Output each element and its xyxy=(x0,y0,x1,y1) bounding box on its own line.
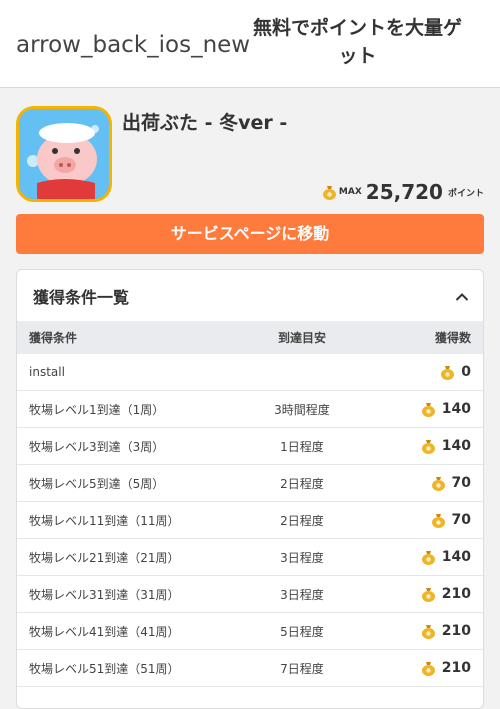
chevron-up-icon[interactable] xyxy=(455,287,469,306)
points-cell: 70 xyxy=(367,475,483,491)
table-row: 牧場レベル3到達（3周） 1日程度 140 xyxy=(17,428,483,465)
column-header-eta: 到達目安 xyxy=(277,331,326,345)
points-value: 210 xyxy=(441,623,471,639)
conditions-card: 獲得条件一覧 獲得条件 到達目安 獲得数 install 0 牧場レベル1到達（1周… xyxy=(16,269,484,709)
points-value: 140 xyxy=(441,438,471,454)
points-value: 70 xyxy=(451,512,471,528)
condition-cell: 牧場レベル1到達（1周） xyxy=(29,402,165,417)
points-value: 210 xyxy=(441,660,471,676)
condition-cell: 牧場レベル11到達（11周） xyxy=(29,513,180,528)
conditions-title: 獲得条件一覧 xyxy=(33,288,130,307)
table-row: 牧場レベル11到達（11周） 2日程度 70 xyxy=(17,502,483,539)
condition-cell: 牧場レベル5到達（5周） xyxy=(29,476,165,491)
coin-bag-icon xyxy=(421,401,436,417)
points-cell: 0 xyxy=(367,364,483,380)
eta-cell: 3日程度 xyxy=(280,587,324,602)
points-value: 140 xyxy=(441,549,471,565)
column-header-points: 獲得数 xyxy=(434,331,471,345)
max-points-value: 25,720 xyxy=(365,180,443,204)
eta-cell: 2日程度 xyxy=(280,513,324,528)
condition-cell: install xyxy=(29,365,65,379)
points-cell: 210 xyxy=(367,623,483,639)
max-label: MAX xyxy=(338,187,362,197)
points-value: 0 xyxy=(461,364,471,380)
condition-cell: 牧場レベル51到達（51周） xyxy=(29,661,180,676)
coin-bag-icon xyxy=(431,475,446,491)
conditions-table-body: install 0 牧場レベル1到達（1周） 3時間程度 140 牧場レベル3到達（3周）… xyxy=(17,354,483,687)
eta-cell: 2日程度 xyxy=(280,476,324,491)
eta-cell: 7日程度 xyxy=(280,661,324,676)
app-header: arrow_back_ios_new 無料でポイントを大量ゲット xyxy=(0,0,500,88)
coin-bag-icon xyxy=(421,438,436,454)
eta-cell: 3時間程度 xyxy=(274,402,330,417)
table-row: install 0 xyxy=(17,354,483,391)
coin-bag-icon xyxy=(421,586,436,602)
points-cell: 70 xyxy=(367,512,483,528)
points-value: 210 xyxy=(441,586,471,602)
coin-bag-icon xyxy=(421,549,436,565)
table-header: 獲得条件 到達目安 獲得数 xyxy=(17,321,483,354)
conditions-header[interactable]: 獲得条件一覧 xyxy=(17,270,483,321)
points-cell: 140 xyxy=(367,438,483,454)
coin-bag-icon xyxy=(421,660,436,676)
table-row: 牧場レベル31到達（31周） 3日程度 210 xyxy=(17,576,483,613)
table-row: 牧場レベル5到達（5周） 2日程度 70 xyxy=(17,465,483,502)
points-value: 140 xyxy=(441,401,471,417)
coin-bag-icon xyxy=(440,364,455,380)
table-row: 牧場レベル41到達（41周） 5日程度 210 xyxy=(17,613,483,650)
app-icon-image xyxy=(16,106,112,202)
table-row: 牧場レベル51到達（51周） 7日程度 210 xyxy=(17,650,483,687)
page-title: 無料でポイントを大量ゲット xyxy=(252,17,462,67)
service-page-button[interactable]: サービスページに移動 xyxy=(16,214,484,254)
app-name: 出荷ぶた - 冬ver - xyxy=(122,112,288,134)
column-header-condition: 獲得条件 xyxy=(29,331,78,345)
table-row: 牧場レベル1到達（1周） 3時間程度 140 xyxy=(17,391,483,428)
points-cell: 210 xyxy=(367,660,483,676)
table-row: 牧場レベル21到達（21周） 3日程度 140 xyxy=(17,539,483,576)
eta-cell: 5日程度 xyxy=(280,624,324,639)
back-button[interactable]: arrow_back_ios_new xyxy=(16,28,256,62)
coin-bag-icon xyxy=(431,512,446,528)
eta-cell: 3日程度 xyxy=(280,550,324,565)
points-value: 70 xyxy=(451,475,471,491)
points-unit: ポイント xyxy=(447,188,484,199)
coin-bag-icon xyxy=(322,184,337,200)
coin-bag-icon xyxy=(421,623,436,639)
points-cell: 140 xyxy=(367,401,483,417)
points-cell: 140 xyxy=(367,549,483,565)
condition-cell: 牧場レベル31到達（31周） xyxy=(29,587,180,602)
max-points-row: MAX 25,720 ポイント xyxy=(322,178,484,206)
condition-cell: 牧場レベル3到達（3周） xyxy=(29,439,165,454)
eta-cell: 1日程度 xyxy=(280,439,324,454)
condition-cell: 牧場レベル21到達（21周） xyxy=(29,550,180,565)
condition-cell: 牧場レベル41到達（41周） xyxy=(29,624,180,639)
points-cell: 210 xyxy=(367,586,483,602)
